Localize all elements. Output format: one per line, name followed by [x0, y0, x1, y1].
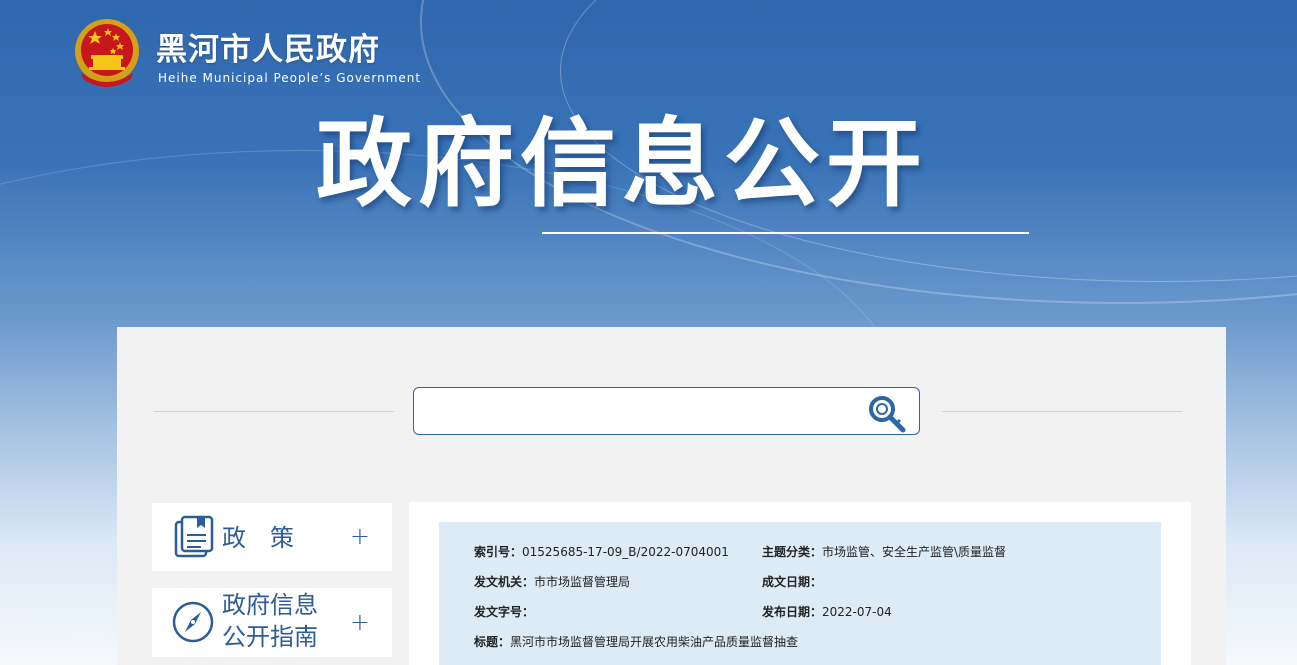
- meta-issuer-label: 发文机关：: [474, 575, 535, 589]
- meta-published-value: 2022-07-04: [822, 605, 892, 619]
- national-emblem-icon[interactable]: [73, 17, 141, 89]
- meta-topic-value: 市场监管、安全生产监管\质量监督: [822, 545, 1007, 559]
- site-title[interactable]: 黑河市人民政府: [156, 24, 380, 69]
- meta-created-label: 成文日期：: [762, 575, 823, 589]
- meta-created: 成文日期：: [762, 573, 822, 590]
- title-underline: [542, 232, 1029, 234]
- compass-icon: [172, 601, 214, 643]
- meta-index-label: 索引号：: [474, 545, 523, 559]
- search-divider-right: [942, 411, 1182, 412]
- nav-item-policy[interactable]: 政 策 +: [152, 503, 392, 571]
- nav-item-label-line2: 公开指南: [222, 623, 318, 651]
- search-box[interactable]: [413, 387, 920, 435]
- meta-published-label: 发布日期：: [762, 605, 823, 619]
- search-key-icon[interactable]: [865, 393, 907, 435]
- page-title: 政府信息公开: [316, 108, 928, 220]
- nav-item-disclosure-guide[interactable]: 政府信息 公开指南 +: [152, 588, 392, 657]
- document-book-icon: [174, 515, 214, 558]
- search-divider-left: [154, 411, 394, 412]
- meta-index-value: 01525685-17-09_B/2022-0704001: [522, 545, 729, 559]
- meta-issuer: 发文机关：市市场监督管理局: [474, 573, 630, 590]
- meta-docno-label: 发文字号：: [474, 605, 535, 619]
- nav-item-label: 政 策: [222, 524, 294, 552]
- site-subtitle: Heihe Municipal People’s Government: [158, 71, 422, 85]
- search-input[interactable]: [426, 396, 860, 428]
- meta-published: 发布日期：2022-07-04: [762, 603, 892, 620]
- meta-title-label: 标题：: [474, 635, 511, 649]
- meta-title: 标题：黑河市市场监督管理局开展农用柴油产品质量监督抽查: [474, 633, 798, 650]
- meta-topic: 主题分类：市场监管、安全生产监管\质量监督: [762, 543, 1006, 560]
- meta-issuer-value: 市市场监督管理局: [534, 575, 631, 589]
- meta-topic-label: 主题分类：: [762, 545, 823, 559]
- meta-docno: 发文字号：: [474, 603, 534, 620]
- meta-title-value: 黑河市市场监督管理局开展农用柴油产品质量监督抽查: [510, 635, 799, 649]
- meta-index: 索引号：01525685-17-09_B/2022-0704001: [474, 543, 729, 560]
- nav-item-label-line1: 政府信息: [222, 591, 318, 619]
- expand-plus-icon[interactable]: +: [350, 522, 370, 550]
- expand-plus-icon[interactable]: +: [350, 607, 370, 635]
